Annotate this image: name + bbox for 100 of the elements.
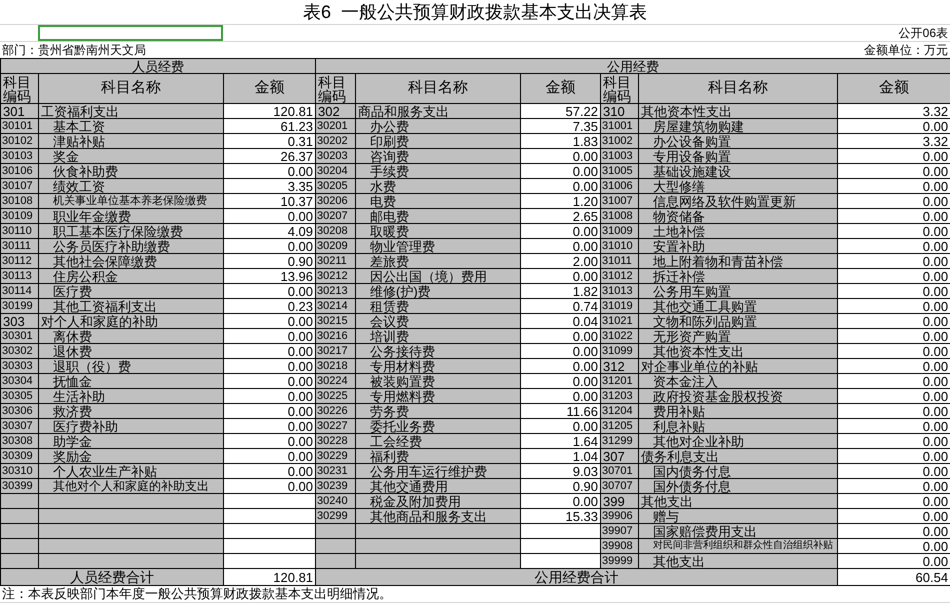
amount: 0.00 <box>922 180 950 192</box>
subject-name: 其他对个人和家庭的补助支出 <box>52 480 210 492</box>
subject-name: 职业年金缴费 <box>52 210 132 222</box>
amount: 4.09 <box>286 224 314 238</box>
amount: 15.33 <box>564 510 600 522</box>
subject-name: 赠与 <box>652 510 680 522</box>
subject-code: 31012 <box>601 270 634 282</box>
subject-name: 利息补贴 <box>652 420 706 432</box>
subject-name: 基础设施建设 <box>652 164 732 178</box>
subject-name: 公务用车购置 <box>652 284 732 298</box>
amount: 0.00 <box>286 434 314 448</box>
subject-name: 办公设备购置 <box>652 134 732 148</box>
amount: 0.00 <box>922 494 950 508</box>
amount: 3.32 <box>922 134 950 148</box>
subject-code: 30240 <box>316 496 349 506</box>
subject-code: 31001 <box>601 120 634 132</box>
amount: 3.32 <box>922 104 950 118</box>
subject-code: 30106 <box>1 166 34 176</box>
subject-name: 因公出国（境）费用 <box>369 270 488 282</box>
subject-name: 手续费 <box>369 164 410 178</box>
subject-name: 其他资本性支出 <box>640 104 734 118</box>
amount: 0.00 <box>286 464 314 478</box>
subject-name: 物资储备 <box>652 210 706 222</box>
subject-name: 其他资本性支出 <box>652 344 746 358</box>
total-amount: 60.54 <box>838 568 950 586</box>
subject-code: 30299 <box>316 510 349 522</box>
subject-name: 电费 <box>369 194 398 208</box>
amount: 2.65 <box>572 210 600 222</box>
subject-code: 30301 <box>1 330 34 342</box>
subject-code: 39906 <box>601 510 634 522</box>
subject-code: 30113 <box>1 270 33 282</box>
subject-name: 国内债务付息 <box>652 464 732 478</box>
subject-code: 30108 <box>1 196 34 206</box>
subject-code: 30310 <box>1 466 34 476</box>
subject-name: 退休费 <box>52 344 93 358</box>
column-header: 金额 <box>224 74 316 104</box>
subject-code: 31013 <box>601 286 634 296</box>
subject-name: 职工基本医疗保险缴费 <box>52 224 184 238</box>
subject-code: 30205 <box>316 180 349 192</box>
subject-code: 31011 <box>601 256 633 266</box>
amount: 0.00 <box>572 240 600 252</box>
subject-name: 费用补贴 <box>652 404 706 418</box>
subject-code: 303 <box>2 314 26 328</box>
subject-code: 312 <box>602 360 626 372</box>
amount: 57.22 <box>564 104 600 118</box>
subject-name: 其他对企业补助 <box>652 434 746 448</box>
amount: 0.00 <box>572 270 600 282</box>
amount: 0.00 <box>572 420 600 432</box>
table-title: 表6 一般公共预算财政拨款基本支出决算表 <box>302 0 647 24</box>
subject-code: 30112 <box>1 256 33 266</box>
subject-name: 取暖费 <box>369 224 410 238</box>
subject-name: 公务用车运行维护费 <box>369 464 488 478</box>
subject-code: 30302 <box>1 346 34 356</box>
amount: 26.37 <box>279 150 314 162</box>
subject-code: 302 <box>317 104 341 118</box>
amount: 0.00 <box>922 164 950 178</box>
amount: 0.00 <box>922 240 950 252</box>
amount: 0.00 <box>922 404 950 418</box>
amount: 120.81 <box>272 104 314 118</box>
subject-name: 离休费 <box>52 330 93 342</box>
subject-name: 退职（役）费 <box>52 360 132 372</box>
subject-code: 30305 <box>1 390 34 402</box>
subject-code: 30224 <box>316 376 349 386</box>
amount: 0.00 <box>922 390 950 402</box>
subject-name: 邮电费 <box>369 210 410 222</box>
selected-cell[interactable] <box>38 25 223 41</box>
amount: 0.00 <box>922 314 950 328</box>
subject-name: 福利费 <box>369 450 410 462</box>
column-header: 金额 <box>838 74 950 104</box>
amount: 0.00 <box>286 344 314 358</box>
amount: 0.00 <box>286 450 314 462</box>
amount: 0.00 <box>922 344 950 358</box>
subject-code: 307 <box>602 450 626 462</box>
amount: 0.00 <box>286 374 314 388</box>
subject-name: 基本工资 <box>52 120 106 132</box>
subject-name: 公务接待费 <box>369 344 436 358</box>
amount: 0.04 <box>572 314 600 328</box>
subject-code: 30212 <box>316 270 349 282</box>
subject-name: 房屋建筑物购建 <box>652 120 746 132</box>
column-header: 金额 <box>520 74 601 104</box>
amount: 1.04 <box>572 450 600 462</box>
amount: 0.23 <box>286 300 314 312</box>
amount: 0.00 <box>922 210 950 222</box>
subject-name: 其他社会保障缴费 <box>52 254 158 268</box>
subject-code: 30217 <box>316 346 349 356</box>
subject-name: 专用燃料费 <box>369 390 436 402</box>
subject-name: 个人农业生产补贴 <box>52 464 158 478</box>
amount: 1.83 <box>572 134 600 148</box>
subject-name: 国外债务付息 <box>652 480 732 492</box>
amount: 0.00 <box>286 404 314 418</box>
subject-code: 30114 <box>1 286 33 296</box>
subject-code: 30304 <box>1 376 34 386</box>
subject-name: 水费 <box>369 180 398 192</box>
amount: 0.00 <box>922 434 950 448</box>
subject-code: 30209 <box>316 240 349 252</box>
subject-name: 其他支出 <box>640 494 694 508</box>
subject-code: 30204 <box>316 166 349 176</box>
amount: 0.00 <box>922 360 950 372</box>
department-label: 部门：贵州省黔南州天文局 <box>1 42 146 59</box>
subject-name: 印刷费 <box>369 134 410 148</box>
